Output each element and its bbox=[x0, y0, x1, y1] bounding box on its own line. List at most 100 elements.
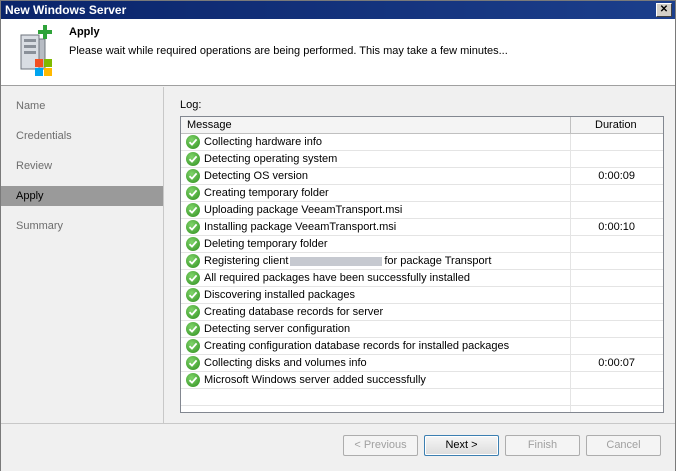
success-check-icon bbox=[186, 237, 200, 251]
log-message-cell: Deleting temporary folder bbox=[181, 236, 571, 252]
log-duration-cell: 0:00:10 bbox=[571, 219, 663, 235]
redacted-client-name bbox=[290, 256, 383, 266]
finish-button[interactable]: Finish bbox=[505, 435, 580, 456]
step-title: Apply bbox=[69, 26, 100, 38]
log-message-cell: Creating configuration database records … bbox=[181, 338, 571, 354]
cancel-button[interactable]: Cancel bbox=[586, 435, 661, 456]
log-message-text: Creating database records for server bbox=[204, 306, 384, 318]
log-row[interactable]: Discovering installed packages bbox=[181, 287, 663, 304]
log-message-text: Detecting operating system bbox=[204, 153, 338, 165]
empty-row bbox=[181, 406, 663, 412]
success-check-icon bbox=[186, 322, 200, 336]
log-row[interactable]: Creating configuration database records … bbox=[181, 338, 663, 355]
step-summary[interactable]: Summary bbox=[1, 216, 163, 236]
column-message[interactable]: Message bbox=[181, 117, 571, 133]
log-message-text: Creating configuration database records … bbox=[204, 340, 510, 352]
window-title: New Windows Server bbox=[5, 3, 127, 17]
log-row[interactable]: Detecting OS version 0:00:09 bbox=[181, 168, 663, 185]
title-bar: New Windows Server ✕ bbox=[1, 1, 675, 19]
log-message-cell: Microsoft Windows server added successfu… bbox=[181, 372, 571, 388]
log-message-cell: Installing package VeeamTransport.msi bbox=[181, 219, 571, 235]
log-row[interactable]: Collecting disks and volumes info 0:00:07 bbox=[181, 355, 663, 372]
log-row[interactable]: Detecting operating system bbox=[181, 151, 663, 168]
step-credentials[interactable]: Credentials bbox=[1, 126, 163, 146]
log-duration-cell bbox=[571, 372, 663, 388]
log-duration-cell bbox=[571, 270, 663, 286]
log-row[interactable]: Deleting temporary folder bbox=[181, 236, 663, 253]
log-message-text: Registering client for package Transport bbox=[204, 253, 491, 269]
log-message-cell: Creating database records for server bbox=[181, 304, 571, 320]
log-message-text: Collecting disks and volumes info bbox=[204, 357, 367, 369]
log-grid[interactable]: Message Duration Collecting hardware inf… bbox=[180, 116, 664, 413]
log-duration-cell: 0:00:09 bbox=[571, 168, 663, 184]
log-message-text: Collecting hardware info bbox=[204, 136, 323, 148]
server-add-icon bbox=[20, 25, 52, 76]
previous-button[interactable]: < Previous bbox=[343, 435, 418, 456]
log-message-pre: Registering client bbox=[204, 255, 289, 267]
log-message-text: Deleting temporary folder bbox=[204, 238, 328, 250]
log-message-text: Microsoft Windows server added successfu… bbox=[204, 374, 426, 386]
log-message-text: All required packages have been successf… bbox=[204, 272, 470, 284]
success-check-icon bbox=[186, 271, 200, 285]
wizard-header: Apply Please wait while required operati… bbox=[1, 19, 675, 86]
success-check-icon bbox=[186, 220, 200, 234]
log-row[interactable]: Uploading package VeeamTransport.msi bbox=[181, 202, 663, 219]
log-row[interactable]: Detecting server configuration bbox=[181, 321, 663, 338]
success-check-icon bbox=[186, 373, 200, 387]
success-check-icon bbox=[186, 339, 200, 353]
close-icon: ✕ bbox=[659, 4, 669, 15]
success-check-icon bbox=[186, 356, 200, 370]
log-duration-cell bbox=[571, 236, 663, 252]
log-message-text: Installing package VeeamTransport.msi bbox=[204, 221, 397, 233]
success-check-icon bbox=[186, 288, 200, 302]
log-message-post: for package Transport bbox=[384, 255, 492, 267]
wizard-steps: Name Credentials Review Apply Summary bbox=[1, 87, 164, 423]
log-row[interactable]: All required packages have been successf… bbox=[181, 270, 663, 287]
step-description: Please wait while required operations ar… bbox=[69, 45, 508, 57]
log-header: Message Duration bbox=[181, 117, 663, 134]
log-row[interactable]: Collecting hardware info bbox=[181, 134, 663, 151]
log-message-text: Detecting OS version bbox=[204, 170, 308, 182]
empty-row bbox=[181, 389, 663, 406]
log-label: Log: bbox=[180, 99, 202, 111]
log-message-cell: Detecting operating system bbox=[181, 151, 571, 167]
log-message-cell: Uploading package VeeamTransport.msi bbox=[181, 202, 571, 218]
log-row[interactable]: Microsoft Windows server added successfu… bbox=[181, 372, 663, 389]
wizard-footer: < Previous Next > Finish Cancel bbox=[1, 423, 675, 471]
success-check-icon bbox=[186, 152, 200, 166]
log-row[interactable]: Creating temporary folder bbox=[181, 185, 663, 202]
log-duration-cell bbox=[571, 151, 663, 167]
log-message-cell: All required packages have been successf… bbox=[181, 270, 571, 286]
log-duration-cell bbox=[571, 287, 663, 303]
log-duration-cell bbox=[571, 304, 663, 320]
log-message-cell: Detecting server configuration bbox=[181, 321, 571, 337]
next-button[interactable]: Next > bbox=[424, 435, 499, 456]
log-message-cell: Creating temporary folder bbox=[181, 185, 571, 201]
main-content: Log: Message Duration Collecting hardwar… bbox=[164, 87, 675, 423]
log-message-text: Discovering installed packages bbox=[204, 289, 356, 301]
log-message-cell: Detecting OS version bbox=[181, 168, 571, 184]
log-message-cell: Discovering installed packages bbox=[181, 287, 571, 303]
log-row[interactable]: Registering client for package Transport bbox=[181, 253, 663, 270]
close-button[interactable]: ✕ bbox=[656, 3, 672, 17]
step-review[interactable]: Review bbox=[1, 156, 163, 176]
log-message-text: Creating temporary folder bbox=[204, 187, 329, 199]
log-duration-cell bbox=[571, 185, 663, 201]
log-message-cell: Collecting disks and volumes info bbox=[181, 355, 571, 371]
log-duration-cell bbox=[571, 321, 663, 337]
step-apply[interactable]: Apply bbox=[1, 186, 163, 206]
log-duration-cell bbox=[571, 253, 663, 269]
log-row[interactable]: Installing package VeeamTransport.msi 0:0… bbox=[181, 219, 663, 236]
log-duration-cell bbox=[571, 134, 663, 150]
success-check-icon bbox=[186, 203, 200, 217]
log-duration-cell: 0:00:07 bbox=[571, 355, 663, 371]
column-duration[interactable]: Duration bbox=[571, 117, 663, 133]
wizard-window: New Windows Server ✕ Apply Please wait w… bbox=[0, 0, 676, 471]
success-check-icon bbox=[186, 169, 200, 183]
empty-cell bbox=[571, 406, 663, 412]
log-row[interactable]: Creating database records for server bbox=[181, 304, 663, 321]
step-name[interactable]: Name bbox=[1, 96, 163, 116]
success-check-icon bbox=[186, 305, 200, 319]
log-message-cell: Collecting hardware info bbox=[181, 134, 571, 150]
empty-cell bbox=[181, 389, 571, 405]
